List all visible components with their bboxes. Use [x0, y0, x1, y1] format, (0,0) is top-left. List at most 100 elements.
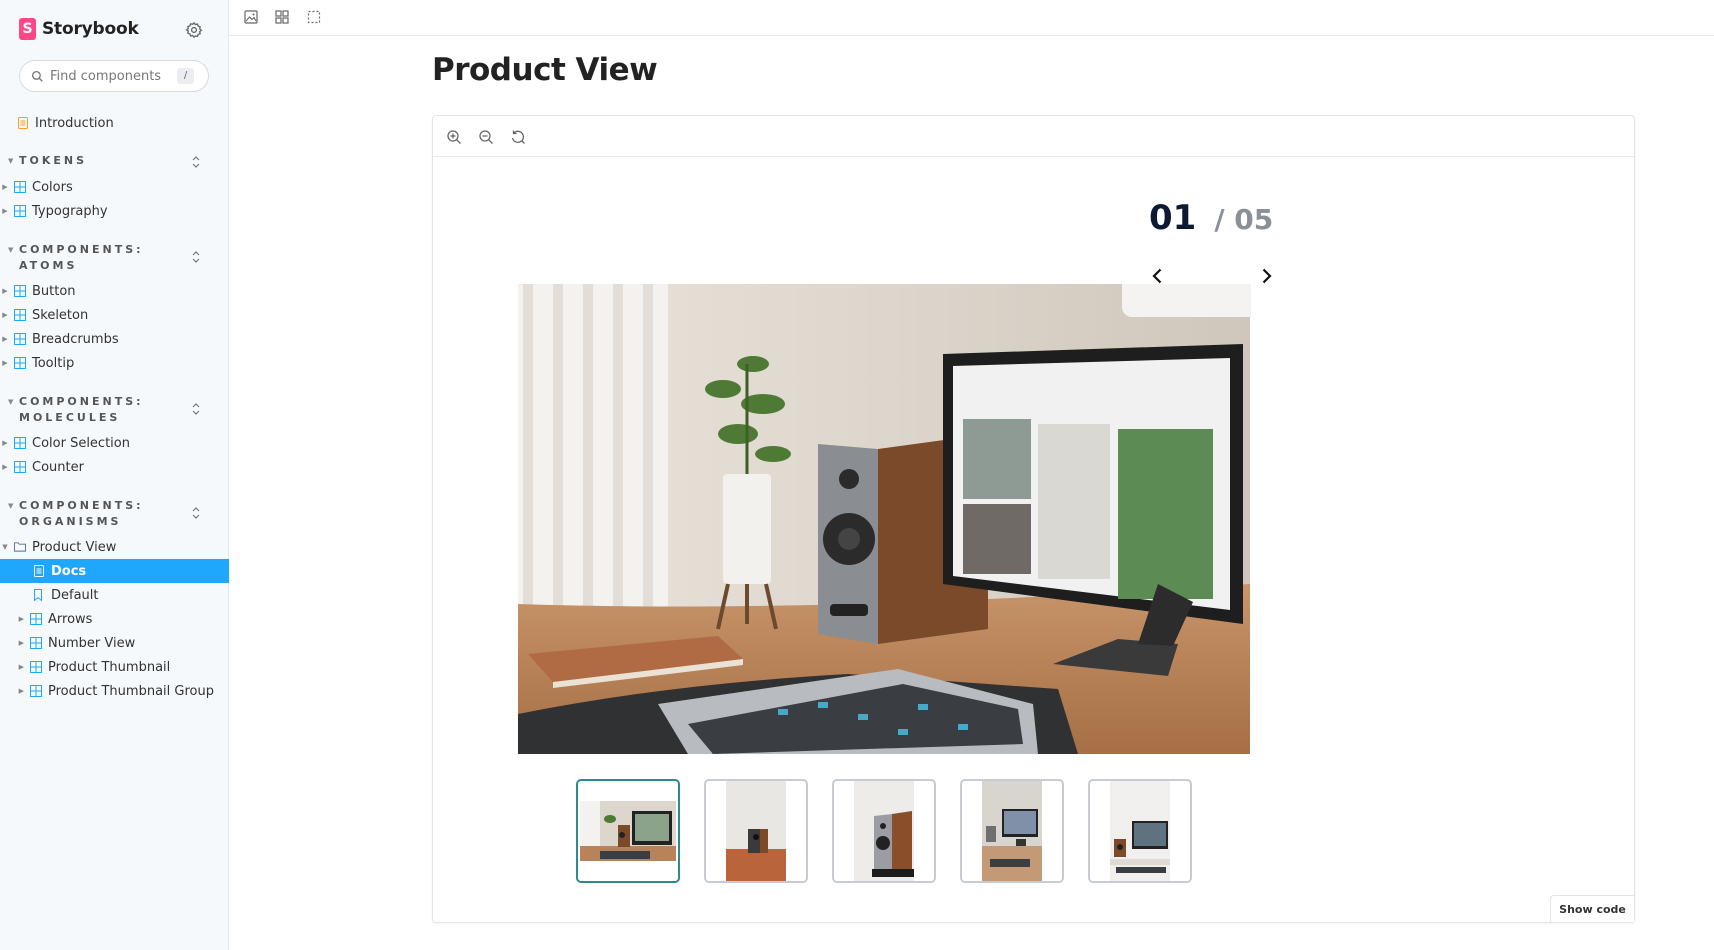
sidebar-item-product-thumbnail-group[interactable]: ▶ Product Thumbnail Group — [0, 679, 229, 703]
sidebar-item-number-view[interactable]: ▶ Number View — [0, 631, 229, 655]
sidebar-item-label: Product Thumbnail Group — [48, 683, 214, 699]
search-icon — [31, 70, 43, 82]
caret-down-icon: ▼ — [8, 398, 14, 406]
expand-collapse-icon[interactable] — [191, 403, 201, 415]
component-icon — [14, 205, 26, 217]
zoom-reset-icon[interactable] — [510, 129, 526, 145]
chevron-left-icon[interactable] — [1148, 266, 1168, 286]
component-icon — [14, 357, 26, 369]
storybook-logo-icon: S — [19, 18, 36, 40]
section-tokens[interactable]: ▼ TOKENS — [8, 153, 208, 169]
expand-collapse-icon[interactable] — [191, 156, 201, 168]
app-name: Storybook — [42, 19, 139, 39]
zoom-out-icon[interactable] — [478, 129, 494, 145]
caret-down-icon: ▼ — [8, 246, 14, 254]
caret-right-icon: ▶ — [18, 687, 24, 695]
component-icon — [14, 309, 26, 321]
product-thumbnail[interactable] — [960, 779, 1064, 883]
sidebar-item-breadcrumbs[interactable]: ▶ Breadcrumbs — [0, 327, 229, 351]
document-icon — [17, 117, 29, 129]
current-index: 01 — [1149, 198, 1197, 238]
sidebar-item-docs[interactable]: Docs — [0, 559, 229, 583]
sidebar-item-product-thumbnail[interactable]: ▶ Product Thumbnail — [0, 655, 229, 679]
sidebar-item-label: Tooltip — [32, 355, 75, 371]
gear-icon[interactable] — [185, 21, 203, 39]
caret-right-icon: ▶ — [2, 463, 8, 471]
section-molecules[interactable]: ▼ COMPONENTS: MOLECULES — [8, 394, 208, 426]
page-title: Product View — [432, 52, 658, 88]
expand-collapse-icon[interactable] — [191, 507, 201, 519]
number-view: 01 / 05 — [1149, 198, 1273, 238]
component-icon — [14, 333, 26, 345]
sidebar-item-button[interactable]: ▶ Button — [0, 279, 229, 303]
sidebar-item-default[interactable]: Default — [0, 583, 229, 607]
search-placeholder: Find components — [50, 68, 162, 84]
caret-down-icon: ▼ — [8, 157, 14, 165]
sidebar-item-label: Color Selection — [32, 435, 130, 451]
outline-icon[interactable] — [306, 9, 322, 25]
product-thumbnail-group — [576, 779, 1216, 883]
sidebar-item-label: Introduction — [35, 115, 114, 131]
section-atoms[interactable]: ▼ COMPONENTS: ATOMS — [8, 242, 208, 274]
sidebar-item-label: Product View — [32, 539, 117, 555]
image-icon[interactable] — [243, 9, 259, 25]
caret-right-icon: ▶ — [2, 183, 8, 191]
total-count: / 05 — [1214, 203, 1274, 236]
sidebar-item-label: Typography — [32, 203, 108, 219]
zoom-in-icon[interactable] — [446, 129, 462, 145]
sidebar-item-label: Docs — [51, 563, 87, 579]
product-thumbnail[interactable] — [576, 779, 680, 883]
product-thumbnail[interactable] — [832, 779, 936, 883]
component-icon — [30, 685, 42, 697]
chevron-right-icon[interactable] — [1256, 266, 1276, 286]
grid-icon[interactable] — [274, 9, 290, 25]
caret-right-icon: ▶ — [2, 311, 8, 319]
product-main-image — [518, 284, 1250, 754]
document-icon — [33, 565, 45, 577]
section-organisms[interactable]: ▼ COMPONENTS: ORGANISMS — [8, 498, 208, 530]
sidebar-item-introduction[interactable]: Introduction — [0, 111, 229, 135]
expand-collapse-icon[interactable] — [191, 251, 201, 263]
sidebar: S Storybook Find components / Introducti… — [0, 0, 229, 950]
sidebar-item-skeleton[interactable]: ▶ Skeleton — [0, 303, 229, 327]
search-input[interactable]: Find components / — [19, 60, 209, 92]
search-shortcut: / — [177, 68, 194, 84]
sidebar-item-product-view[interactable]: ▼ Product View — [0, 535, 229, 559]
preview-toolbar — [433, 116, 1634, 157]
show-code-button[interactable]: Show code — [1550, 895, 1634, 922]
caret-right-icon: ▶ — [2, 335, 8, 343]
product-thumbnail[interactable] — [1088, 779, 1192, 883]
sidebar-item-label: Colors — [32, 179, 73, 195]
component-icon — [30, 637, 42, 649]
bookmark-icon — [33, 589, 45, 601]
sidebar-item-label: Button — [32, 283, 76, 299]
component-icon — [30, 661, 42, 673]
caret-down-icon: ▼ — [2, 543, 8, 551]
sidebar-item-tooltip[interactable]: ▶ Tooltip — [0, 351, 229, 375]
sidebar-item-label: Number View — [48, 635, 136, 651]
caret-right-icon: ▶ — [2, 439, 8, 447]
sidebar-item-label: Arrows — [48, 611, 93, 627]
caret-right-icon: ▶ — [2, 359, 8, 367]
sidebar-item-label: Product Thumbnail — [48, 659, 171, 675]
component-icon — [14, 461, 26, 473]
sidebar-item-color-selection[interactable]: ▶ Color Selection — [0, 431, 229, 455]
component-icon — [14, 437, 26, 449]
caret-right-icon: ▶ — [18, 615, 24, 623]
sidebar-item-label: Breadcrumbs — [32, 331, 119, 347]
caret-down-icon: ▼ — [8, 502, 14, 510]
brand[interactable]: S Storybook — [19, 18, 139, 40]
story-preview: 01 / 05 Show code — [432, 115, 1635, 923]
sidebar-item-typography[interactable]: ▶ Typography — [0, 199, 229, 223]
sidebar-item-counter[interactable]: ▶ Counter — [0, 455, 229, 479]
sidebar-item-colors[interactable]: ▶ Colors — [0, 175, 229, 199]
sidebar-item-label: Skeleton — [32, 307, 89, 323]
caret-right-icon: ▶ — [18, 639, 24, 647]
product-thumbnail[interactable] — [704, 779, 808, 883]
caret-right-icon: ▶ — [2, 287, 8, 295]
top-toolbar — [229, 0, 1714, 36]
caret-right-icon: ▶ — [18, 663, 24, 671]
image-corner-tab — [1122, 284, 1251, 317]
sidebar-item-arrows[interactable]: ▶ Arrows — [0, 607, 229, 631]
component-icon — [14, 181, 26, 193]
